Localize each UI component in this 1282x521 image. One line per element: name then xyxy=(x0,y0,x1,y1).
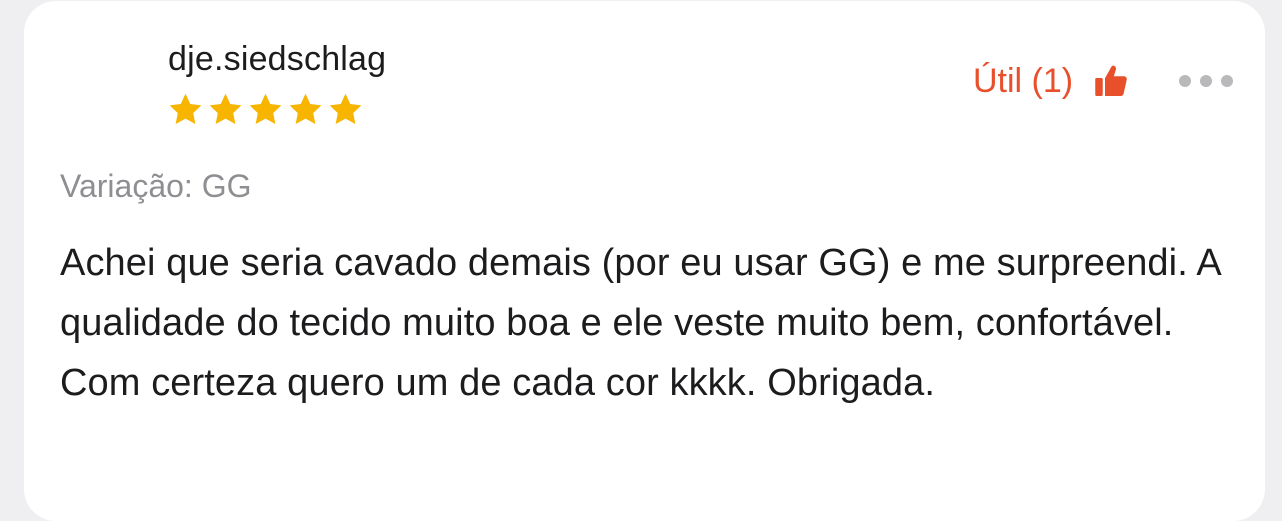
review-card: dje.siedschlag Útil (1) Variação: GG Ach… xyxy=(24,1,1265,521)
star-icon xyxy=(329,93,362,124)
star-icon xyxy=(249,93,282,124)
more-options-icon[interactable] xyxy=(1179,71,1233,91)
reviewer-username[interactable]: dje.siedschlag xyxy=(168,39,386,79)
more-dot xyxy=(1179,75,1191,87)
helpful-label: Útil (1) xyxy=(973,62,1074,100)
avatar[interactable] xyxy=(58,45,118,105)
review-text: Achei que seria cavado demais (por eu us… xyxy=(60,242,1220,404)
star-rating xyxy=(167,91,364,128)
thumbs-up-icon xyxy=(1095,65,1127,96)
star-icon xyxy=(289,93,322,124)
more-dot xyxy=(1221,75,1233,87)
star-icon xyxy=(209,93,242,124)
more-dot xyxy=(1200,75,1212,87)
star-icon xyxy=(169,93,202,124)
product-variation: Variação: GG xyxy=(60,168,252,204)
helpful-button[interactable]: Útil (1) xyxy=(973,61,1129,101)
